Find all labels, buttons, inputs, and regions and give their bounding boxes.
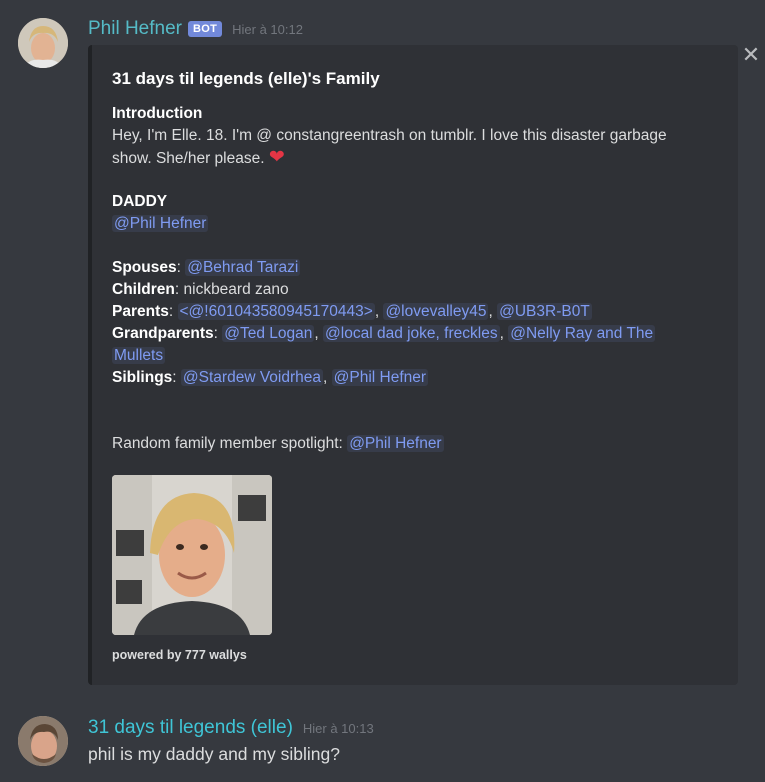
embed-image[interactable] [112, 475, 272, 635]
author-avatar[interactable] [18, 18, 68, 68]
embed-title: 31 days til legends (elle)'s Family [112, 69, 380, 88]
grandparent-mention[interactable]: @Ted Logan [222, 325, 315, 342]
parent-mention[interactable]: @UB3R-B0T [497, 303, 592, 320]
separator: : [174, 281, 180, 298]
message-timestamp[interactable]: Hier à 10:12 [232, 22, 303, 37]
spouse-mention[interactable]: @Behrad Tarazi [185, 259, 301, 276]
siblings-label: Siblings [112, 369, 173, 386]
message-header: 31 days til legends (elle) Hier à 10:13 [88, 717, 374, 739]
close-icon[interactable]: ✕ [740, 44, 762, 66]
grandparent-mention[interactable]: @Nelly Ray and The [508, 325, 656, 342]
daddy-mention[interactable]: @Phil Hefner [112, 215, 209, 232]
spotlight-section: Random family member spotlight: @Phil He… [112, 433, 712, 455]
message-header: Phil Hefner BOT Hier à 10:12 [88, 18, 303, 40]
embed-description: Introduction Hey, I'm Elle. 18. I'm @ co… [112, 103, 712, 170]
separator: , [323, 369, 328, 386]
separator: : [168, 303, 174, 320]
parent-mention[interactable]: <@!601043580945170443> [177, 303, 375, 320]
spotlight-label: Random family member spotlight: [112, 435, 343, 452]
heart-icon: ❤ [268, 147, 285, 168]
message-timestamp[interactable]: Hier à 10:13 [303, 721, 374, 736]
sibling-mention[interactable]: @Stardew Voidrhea [180, 369, 324, 386]
separator: , [314, 325, 319, 342]
portrait-image [112, 475, 272, 635]
embed-footer: powered by 777 wallys [112, 648, 247, 662]
separator: , [488, 303, 493, 320]
author-avatar[interactable] [18, 716, 68, 766]
separator: : [172, 369, 177, 386]
children-value: nickbeard zano [183, 281, 289, 298]
intro-line-2: show. She/her please. [112, 150, 265, 167]
family-embed: 31 days til legends (elle)'s Family Intr… [88, 45, 738, 685]
bot-badge: BOT [188, 21, 223, 37]
intro-line-1: Hey, I'm Elle. 18. I'm @ constangreentra… [112, 127, 667, 144]
separator: : [213, 325, 218, 342]
avatar-image [18, 716, 68, 766]
intro-label: Introduction [112, 105, 203, 122]
sibling-mention[interactable]: @Phil Hefner [331, 369, 429, 386]
separator: , [499, 325, 504, 342]
daddy-section: DADDY @Phil Hefner [112, 191, 712, 235]
separator: , [374, 303, 380, 320]
daddy-label: DADDY [112, 193, 168, 210]
parent-mention[interactable]: @lovevalley45 [383, 303, 489, 320]
parents-label: Parents [112, 303, 169, 320]
avatar-image [18, 18, 68, 68]
message-text: phil is my daddy and my sibling? [88, 744, 340, 764]
author-name[interactable]: 31 days til legends (elle) [88, 717, 293, 739]
spotlight-mention[interactable]: @Phil Hefner [347, 435, 444, 452]
grandparent-mention-continued[interactable]: Mullets [112, 347, 166, 364]
children-label: Children [112, 281, 175, 298]
relations-section: Spouses: @Behrad Tarazi Children: nickbe… [112, 257, 712, 389]
grandparents-label: Grandparents [112, 325, 214, 342]
separator: : [176, 259, 181, 276]
grandparent-mention[interactable]: @local dad joke, freckles [323, 325, 500, 342]
spouses-label: Spouses [112, 259, 177, 276]
author-name[interactable]: Phil Hefner [88, 18, 182, 40]
